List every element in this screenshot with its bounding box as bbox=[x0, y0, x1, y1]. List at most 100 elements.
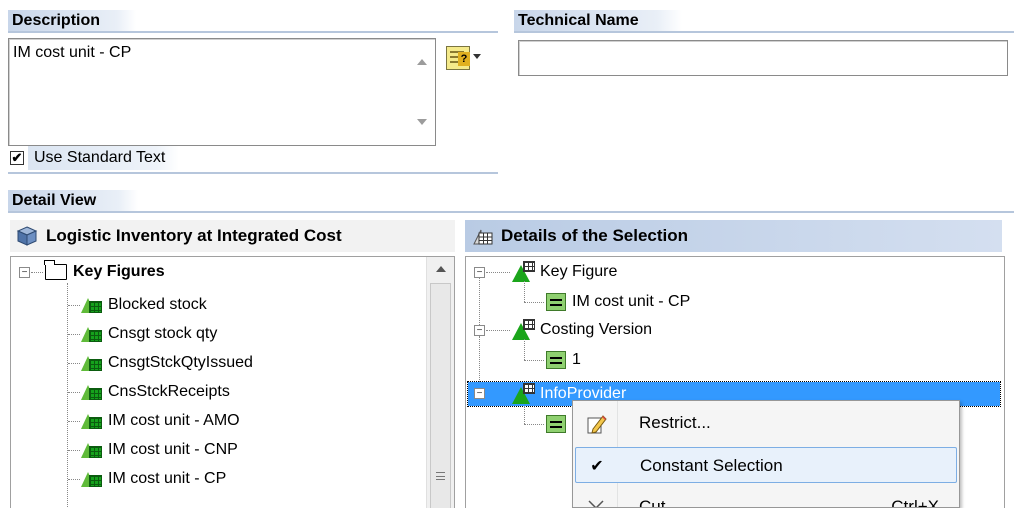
tree-value-key-figure[interactable]: IM cost unit - CP bbox=[546, 288, 690, 316]
characteristic-icon bbox=[512, 382, 536, 405]
menu-item-label: Cut bbox=[639, 497, 666, 508]
infoprovider-title: Logistic Inventory at Integrated Cost bbox=[46, 226, 342, 245]
checkmark-icon: ✔ bbox=[590, 458, 604, 475]
characteristic-icon bbox=[512, 318, 536, 341]
tree-item-label: IM cost unit - CNP bbox=[108, 441, 238, 458]
key-figure-icon bbox=[81, 440, 103, 460]
tree-item-key-figure[interactable]: IM cost unit - AMO bbox=[81, 407, 240, 435]
tree-connector bbox=[524, 339, 525, 360]
key-figure-icon bbox=[81, 469, 103, 489]
key-figures-tree[interactable]: − Key Figures Blocked stock Cnsgt stock … bbox=[10, 256, 455, 508]
detail-view-label: Detail View bbox=[8, 190, 138, 212]
menu-item-restrict[interactable]: Restrict... bbox=[575, 405, 957, 441]
key-figure-icon bbox=[81, 411, 103, 431]
scissors-icon bbox=[588, 500, 604, 507]
tree-connector bbox=[68, 334, 80, 335]
tree-connector bbox=[524, 302, 544, 303]
tree-connector bbox=[68, 305, 80, 306]
tree-item-key-figure[interactable]: IM cost unit - CP bbox=[81, 465, 226, 493]
tree-scrollbar[interactable] bbox=[426, 257, 454, 508]
tree-connector bbox=[68, 392, 80, 393]
equals-icon bbox=[546, 350, 566, 369]
scroll-up-icon[interactable] bbox=[436, 266, 446, 272]
collapse-icon[interactable]: − bbox=[474, 388, 485, 399]
tree-connector bbox=[31, 272, 43, 273]
detail-view-divider bbox=[8, 211, 1014, 213]
equals-icon bbox=[546, 414, 566, 433]
table-icon bbox=[473, 229, 493, 245]
tree-item-label: Blocked stock bbox=[108, 296, 207, 313]
key-figure-icon bbox=[81, 353, 103, 373]
infoprovider-header: Logistic Inventory at Integrated Cost bbox=[10, 220, 455, 252]
tree-connector bbox=[68, 450, 80, 451]
description-text: IM cost unit - CP bbox=[13, 44, 132, 61]
folder-label: Key Figures bbox=[73, 263, 165, 280]
tree-connector bbox=[524, 360, 544, 361]
grip-icon bbox=[436, 472, 445, 480]
scroll-down-icon[interactable] bbox=[417, 119, 427, 125]
folder-icon bbox=[44, 259, 67, 280]
document-help-button[interactable]: ? bbox=[446, 44, 486, 72]
tree-item-label: IM cost unit - AMO bbox=[108, 412, 240, 429]
tree-node-costing-version[interactable]: Costing Version bbox=[512, 316, 652, 344]
menu-item-constant-selection[interactable]: ✔ Constant Selection bbox=[575, 447, 957, 483]
tree-node-label: Costing Version bbox=[540, 321, 653, 338]
key-figure-icon bbox=[81, 295, 103, 315]
tree-item-key-figure[interactable]: CnsStckReceipts bbox=[81, 378, 230, 406]
scroll-thumb[interactable] bbox=[430, 283, 451, 508]
description-divider bbox=[8, 31, 498, 33]
tree-value-label: IM cost unit - CP bbox=[572, 293, 691, 310]
key-figure-icon bbox=[81, 324, 103, 344]
tree-connector bbox=[68, 363, 80, 364]
tree-folder-key-figures[interactable]: Key Figures bbox=[44, 258, 165, 286]
tree-node-key-figure[interactable]: Key Figure bbox=[512, 258, 617, 286]
tree-item-key-figure[interactable]: CnsgtStckQtyIssued bbox=[81, 349, 253, 377]
description-textarea[interactable]: IM cost unit - CP bbox=[8, 38, 436, 146]
description-scrollbar[interactable] bbox=[409, 39, 435, 145]
collapse-icon[interactable]: − bbox=[19, 267, 30, 278]
tree-connector bbox=[486, 330, 510, 331]
use-standard-text-checkbox[interactable]: ✔ bbox=[10, 151, 24, 165]
tree-connector bbox=[479, 336, 480, 386]
tree-value-costing-version[interactable]: 1 bbox=[546, 346, 581, 374]
tree-item-key-figure[interactable]: Blocked stock bbox=[81, 291, 207, 319]
question-mark-icon: ? bbox=[458, 52, 470, 66]
technical-name-input[interactable] bbox=[518, 40, 1008, 76]
tree-connector bbox=[68, 479, 80, 480]
tree-item-key-figure[interactable]: Cnsgt stock qty bbox=[81, 320, 217, 348]
tree-connector bbox=[524, 406, 525, 424]
technical-name-divider bbox=[514, 31, 1014, 33]
tree-node-label: Key Figure bbox=[540, 263, 618, 280]
menu-item-cut[interactable]: Cut Ctrl+X bbox=[575, 489, 957, 508]
pencil-icon bbox=[587, 415, 607, 434]
description-label: Description bbox=[8, 10, 136, 32]
tree-connector bbox=[524, 424, 544, 425]
menu-item-shortcut: Ctrl+X bbox=[891, 497, 939, 508]
menu-item-label: Restrict... bbox=[639, 413, 711, 432]
key-figure-icon bbox=[81, 382, 103, 402]
collapse-icon[interactable]: − bbox=[474, 325, 485, 336]
technical-name-label: Technical Name bbox=[514, 10, 682, 32]
tree-connector bbox=[68, 421, 80, 422]
menu-item-label: Constant Selection bbox=[640, 456, 783, 475]
collapse-icon[interactable]: − bbox=[474, 267, 485, 278]
tree-value-label: 1 bbox=[572, 351, 581, 368]
selection-details-title: Details of the Selection bbox=[501, 226, 689, 245]
use-standard-text-label: Use Standard Text bbox=[28, 146, 180, 170]
tree-item-key-figure[interactable]: IM cost unit - CNP bbox=[81, 436, 238, 464]
cube-icon bbox=[16, 226, 38, 246]
standard-text-divider bbox=[8, 172, 498, 174]
equals-icon bbox=[546, 292, 566, 311]
tree-connector bbox=[67, 283, 68, 508]
scroll-up-icon[interactable] bbox=[417, 59, 427, 65]
chevron-down-icon[interactable] bbox=[473, 54, 481, 59]
tree-item-label: Cnsgt stock qty bbox=[108, 325, 218, 342]
tree-value-infoprovider[interactable] bbox=[546, 410, 572, 438]
tree-connector bbox=[486, 272, 510, 273]
tree-item-label: IM cost unit - CP bbox=[108, 470, 227, 487]
tree-item-label: CnsStckReceipts bbox=[108, 383, 230, 400]
characteristic-icon bbox=[512, 260, 536, 283]
context-menu: Restrict... ✔ Constant Selection Cut Ctr… bbox=[572, 400, 960, 508]
tree-item-label: CnsgtStckQtyIssued bbox=[108, 354, 253, 371]
tree-connector bbox=[524, 281, 525, 302]
